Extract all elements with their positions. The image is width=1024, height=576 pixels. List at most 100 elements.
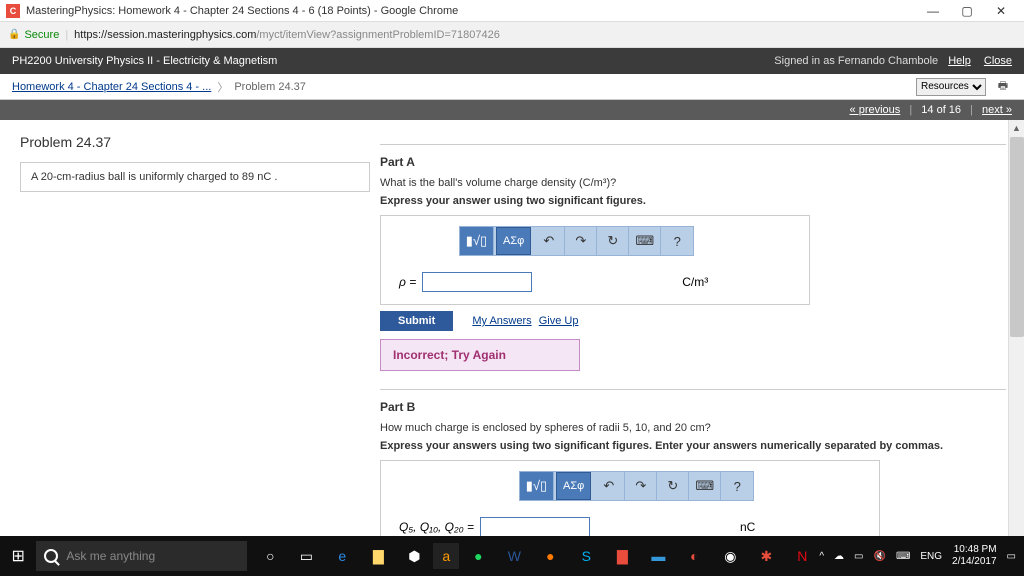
templates-icon[interactable]: ▮√▯ [460, 227, 494, 255]
start-button[interactable]: ⊞ [0, 546, 36, 566]
circle-icon[interactable]: ◐ [677, 541, 711, 571]
part-a-my-answers-link[interactable]: My Answers [472, 315, 531, 327]
undo-icon[interactable]: ↶ [533, 227, 565, 255]
clock-time: 10:48 PM [952, 544, 997, 556]
redo-icon[interactable]: ↷ [625, 472, 657, 500]
part-b-title: Part B [380, 400, 1006, 414]
firefox-icon[interactable]: ● [533, 541, 567, 571]
problem-nav: « previous | 14 of 16 | next » [0, 100, 1024, 120]
breadcrumb-bar: Homework 4 - Chapter 24 Sections 4 - ...… [0, 74, 1024, 100]
templates-icon[interactable]: ▮√▯ [520, 472, 554, 500]
next-link[interactable]: next » [982, 104, 1012, 116]
breadcrumb-parent[interactable]: Homework 4 - Chapter 24 Sections 4 - ... [12, 81, 211, 93]
keyboard-icon[interactable]: ⌨ [689, 472, 721, 500]
resources-dropdown[interactable]: Resources [916, 78, 986, 96]
word-icon[interactable]: W [497, 541, 531, 571]
chrome-icon[interactable]: ◉ [713, 541, 747, 571]
part-a-title: Part A [380, 155, 1006, 169]
help-icon[interactable]: ? [661, 227, 693, 255]
spotify-icon[interactable]: ● [461, 541, 495, 571]
mathematica-icon[interactable]: ✱ [749, 541, 783, 571]
part-a-input[interactable] [422, 272, 532, 292]
help-link[interactable]: Help [948, 55, 971, 67]
problem-title: Problem 24.37 [20, 134, 370, 150]
close-window-button[interactable]: ✕ [984, 4, 1018, 18]
part-b-input[interactable] [480, 517, 590, 536]
explorer-icon[interactable]: ▇ [361, 541, 395, 571]
cortana-search[interactable]: Ask me anything [36, 541, 247, 571]
divider [380, 389, 1006, 390]
window-title: MasteringPhysics: Homework 4 - Chapter 2… [26, 5, 916, 17]
tray-chevron-icon[interactable]: ^ [819, 551, 824, 562]
edge-icon[interactable]: e [325, 541, 359, 571]
popcorn-icon[interactable]: ▇ [605, 541, 639, 571]
part-b-instruction: Express your answers using two significa… [380, 440, 1006, 452]
clock-date: 2/14/2017 [952, 556, 997, 568]
print-icon[interactable]: 🖶 [994, 78, 1012, 96]
scrollbar[interactable]: ▲ [1008, 120, 1024, 536]
undo-icon[interactable]: ↶ [593, 472, 625, 500]
close-link[interactable]: Close [984, 55, 1012, 67]
window-titlebar: C MasteringPhysics: Homework 4 - Chapter… [0, 0, 1024, 22]
search-icon [44, 549, 58, 563]
chevron-right-icon: 〉 [217, 79, 228, 95]
scroll-thumb[interactable] [1010, 137, 1024, 337]
previous-link[interactable]: « previous [850, 104, 901, 116]
lock-icon: 🔒 [8, 29, 20, 40]
part-a-submit-button[interactable]: Submit [380, 311, 453, 331]
problem-statement: A 20-cm-radius ball is uniformly charged… [20, 162, 370, 192]
course-name: PH2200 University Physics II - Electrici… [12, 55, 774, 67]
content-area: Problem 24.37 A 20-cm-radius ball is uni… [0, 120, 1024, 536]
problem-main: Part A What is the ball's volume charge … [380, 120, 1024, 536]
reset-icon[interactable]: ↻ [597, 227, 629, 255]
windows-taskbar: ⊞ Ask me anything ○ ▭ e ▇ ⬢ a ● W ● S ▇ … [0, 536, 1024, 576]
keyboard-tray-icon[interactable]: ⌨ [896, 551, 910, 562]
breadcrumb-current: Problem 24.37 [234, 81, 306, 93]
minimize-button[interactable]: — [916, 4, 950, 18]
part-a-instruction: Express your answer using two significan… [380, 195, 1006, 207]
system-tray: ^ ☁ ▭ 🔇 ⌨ ENG 10:48 PM 2/14/2017 ▭ [819, 544, 1024, 568]
part-a-toolbar: ▮√▯ ΑΣφ ↶ ↷ ↻ ⌨ ? [459, 226, 694, 256]
part-a-input-row: ρ = C/m³ [399, 272, 801, 292]
keyboard-icon[interactable]: ⌨ [629, 227, 661, 255]
notifications-icon[interactable]: ▭ [1007, 551, 1016, 562]
app-icon[interactable]: ▬ [641, 541, 675, 571]
greek-button[interactable]: ΑΣφ [496, 227, 531, 255]
store-icon[interactable]: ⬢ [397, 541, 431, 571]
part-a-give-up-link[interactable]: Give Up [539, 315, 579, 327]
part-a-feedback: Incorrect; Try Again [380, 339, 580, 371]
signed-in-text: Signed in as Fernando Chambole [774, 55, 938, 67]
address-bar[interactable]: 🔒 Secure | https://session.masteringphys… [0, 22, 1024, 48]
greek-button[interactable]: ΑΣφ [556, 472, 591, 500]
part-b-question: How much charge is enclosed by spheres o… [380, 422, 1006, 434]
part-a-variable: ρ = [399, 275, 416, 289]
lang-indicator[interactable]: ENG [920, 551, 942, 562]
reset-icon[interactable]: ↻ [657, 472, 689, 500]
favicon-icon: C [6, 4, 20, 18]
skype-icon[interactable]: S [569, 541, 603, 571]
taskview-icon[interactable]: ▭ [289, 541, 323, 571]
part-b-answer-box: ▮√▯ ΑΣφ ↶ ↷ ↻ ⌨ ? Q₅, Q₁₀, Q₂₀ = nC [380, 460, 880, 536]
scroll-up-icon[interactable]: ▲ [1009, 120, 1024, 136]
clock[interactable]: 10:48 PM 2/14/2017 [952, 544, 997, 568]
amazon-icon[interactable]: a [433, 543, 459, 569]
problem-sidebar: Problem 24.37 A 20-cm-radius ball is uni… [0, 120, 380, 536]
part-b-variable: Q₅, Q₁₀, Q₂₀ = [399, 520, 474, 534]
url-host: https://session.masteringphysics.com [74, 29, 256, 41]
maximize-button[interactable]: ▢ [950, 4, 984, 18]
part-b-unit: nC [740, 520, 755, 534]
onedrive-icon[interactable]: ☁ [834, 551, 844, 562]
secure-label: Secure [24, 29, 59, 41]
course-header: PH2200 University Physics II - Electrici… [0, 48, 1024, 74]
position-text: 14 of 16 [921, 104, 961, 116]
separator: | [65, 29, 68, 41]
cortana-icon[interactable]: ○ [253, 541, 287, 571]
help-icon[interactable]: ? [721, 472, 753, 500]
part-a-question: What is the ball's volume charge density… [380, 177, 1006, 189]
battery-icon[interactable]: ▭ [854, 551, 863, 562]
url-path: /myct/itemView?assignmentProblemID=71807… [256, 29, 499, 41]
volume-icon[interactable]: 🔇 [873, 551, 885, 562]
part-a-submit-row: Submit My Answers Give Up [380, 311, 1006, 331]
redo-icon[interactable]: ↷ [565, 227, 597, 255]
netflix-icon[interactable]: N [785, 541, 819, 571]
